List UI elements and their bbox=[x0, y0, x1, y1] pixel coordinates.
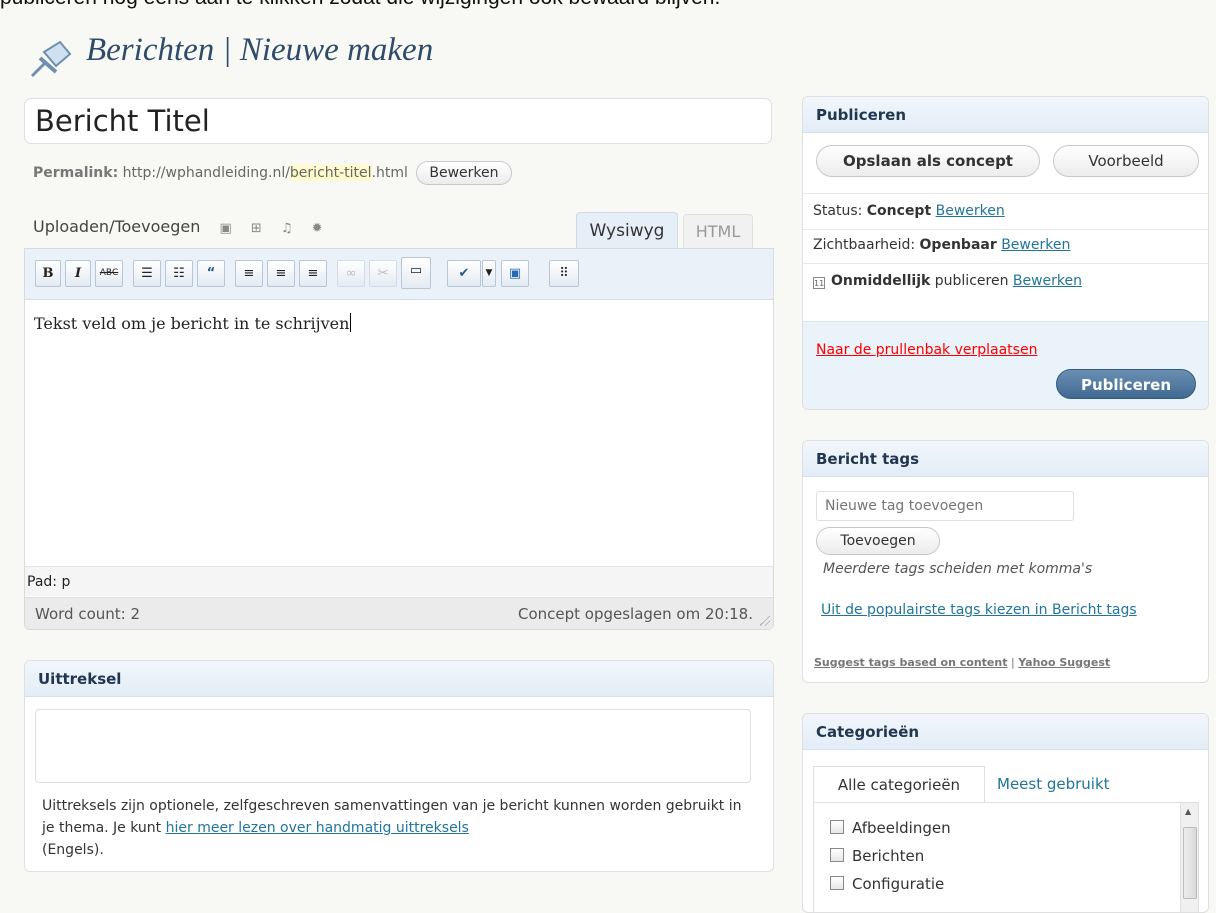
permalink-ext: .html bbox=[371, 165, 408, 181]
gallery-icon[interactable]: ⊞ bbox=[251, 221, 262, 236]
media-icon[interactable]: ✹ bbox=[312, 221, 323, 236]
tab-wysiwyg[interactable]: Wysiwyg bbox=[576, 212, 678, 248]
tab-html[interactable]: HTML bbox=[683, 214, 753, 248]
visibility-edit-link[interactable]: Bewerken bbox=[1001, 237, 1070, 253]
image-icon[interactable]: ▣ bbox=[219, 221, 231, 236]
blockquote-icon[interactable]: “ bbox=[197, 260, 225, 287]
status-edit-link[interactable]: Bewerken bbox=[936, 203, 1005, 219]
category-list: Afbeeldingen Berichten Configuratie ▲ bbox=[813, 802, 1199, 912]
categories-title[interactable]: Categorieën bbox=[803, 714, 1208, 750]
schedule-edit-link[interactable]: Bewerken bbox=[1013, 273, 1082, 289]
permalink-row: Permalink: http://wphandleiding.nl/beric… bbox=[33, 161, 512, 185]
category-item[interactable]: Afbeeldingen bbox=[830, 819, 951, 837]
save-draft-button[interactable]: Opslaan als concept bbox=[816, 145, 1040, 177]
text-cursor bbox=[350, 313, 352, 332]
new-tag-input[interactable] bbox=[816, 491, 1074, 521]
top-instruction-text: publiceren nog eens aan te klikken zodat… bbox=[0, 0, 720, 10]
resize-grip-icon[interactable] bbox=[760, 616, 770, 626]
autosave-status: Concept opgeslagen om 20:18. bbox=[517, 605, 753, 623]
suggest-links: Suggest tags based on content | Yahoo Su… bbox=[814, 656, 1111, 669]
popular-tags-link[interactable]: Uit de populairste tags kiezen in Berich… bbox=[821, 599, 1161, 621]
upload-row: Uploaden/Toevoegen ▣ ⊞ ♫ ✹ bbox=[33, 217, 323, 236]
tags-help: Meerdere tags scheiden met komma's bbox=[823, 561, 1093, 577]
category-item[interactable]: Configuratie bbox=[830, 875, 944, 893]
checkbox[interactable] bbox=[830, 848, 844, 862]
editor-path: Pad: p bbox=[25, 566, 773, 596]
editor-toolbar: B I ABC ☰ ☷ “ ≡ ≡ ≡ ∞ ✂ ▭ ✔ ▼ ▣ ⠿ bbox=[24, 248, 774, 300]
strikethrough-button[interactable]: ABC bbox=[95, 260, 123, 287]
add-tag-button[interactable]: Toevoegen bbox=[816, 527, 940, 555]
unlink-icon[interactable]: ✂ bbox=[369, 260, 397, 287]
tab-all-categories[interactable]: Alle categorieën bbox=[813, 766, 985, 802]
publish-button[interactable]: Publiceren bbox=[1056, 369, 1196, 399]
schedule-row: 11 Onmiddellijk publiceren Bewerken bbox=[813, 273, 1083, 289]
numbered-list-icon[interactable]: ☷ bbox=[165, 260, 193, 287]
excerpt-box: Uittreksel Uittreksels zijn optionele, z… bbox=[24, 660, 774, 872]
checkbox[interactable] bbox=[830, 820, 844, 834]
editor-content[interactable]: Tekst veld om je bericht in te schrijven bbox=[34, 313, 352, 333]
post-title-input[interactable] bbox=[24, 98, 772, 144]
visibility-row: Zichtbaarheid: Openbaar Bewerken bbox=[813, 237, 1071, 253]
link-icon[interactable]: ∞ bbox=[337, 260, 365, 287]
upload-label: Uploaden/Toevoegen bbox=[33, 217, 201, 236]
excerpt-title[interactable]: Uittreksel bbox=[25, 661, 773, 697]
music-icon[interactable]: ♫ bbox=[281, 221, 293, 236]
align-left-icon[interactable]: ≡ bbox=[235, 260, 263, 287]
publish-footer: Naar de prullenbak verplaatsen Publicere… bbox=[803, 321, 1208, 409]
page-title: Berichten | Nieuwe maken bbox=[86, 32, 434, 68]
spellcheck-icon[interactable]: ✔ bbox=[447, 260, 481, 287]
permalink-slug[interactable]: bericht-titel bbox=[289, 165, 372, 181]
categories-box: Categorieën Alle categorieën Meest gebru… bbox=[802, 713, 1209, 913]
publish-box: Publiceren Opslaan als concept Voorbeeld… bbox=[802, 96, 1209, 410]
category-scrollbar[interactable]: ▲ bbox=[1180, 803, 1198, 912]
fullscreen-icon[interactable]: ▣ bbox=[501, 260, 529, 287]
kitchen-sink-icon[interactable]: ⠿ bbox=[549, 260, 579, 287]
category-item[interactable]: Berichten bbox=[830, 847, 924, 865]
bullet-list-icon[interactable]: ☰ bbox=[133, 260, 161, 287]
italic-button[interactable]: I bbox=[65, 260, 91, 287]
permalink-base: http://wphandleiding.nl/ bbox=[122, 165, 290, 181]
publish-title[interactable]: Publiceren bbox=[803, 97, 1208, 133]
editor-status-bar: Word count: 2 Concept opgeslagen om 20:1… bbox=[25, 597, 773, 629]
preview-button[interactable]: Voorbeeld bbox=[1053, 145, 1199, 177]
align-right-icon[interactable]: ≡ bbox=[299, 260, 327, 287]
word-count: Word count: 2 bbox=[35, 605, 141, 623]
status-row: Status: Concept Bewerken bbox=[813, 203, 1005, 219]
pushpin-icon bbox=[30, 40, 72, 78]
checkbox[interactable] bbox=[830, 876, 844, 890]
excerpt-help-link[interactable]: hier meer lezen over handmatig uittrekse… bbox=[166, 820, 469, 836]
more-tag-icon[interactable]: ▭ bbox=[401, 257, 431, 289]
trash-link[interactable]: Naar de prullenbak verplaatsen bbox=[816, 342, 1037, 358]
permalink-edit-button[interactable]: Bewerken bbox=[416, 161, 512, 185]
permalink-label: Permalink: bbox=[33, 165, 119, 181]
chevron-down-icon[interactable]: ▼ bbox=[482, 260, 496, 287]
scroll-up-icon[interactable]: ▲ bbox=[1185, 807, 1191, 816]
excerpt-textarea[interactable] bbox=[35, 709, 751, 783]
excerpt-help: Uittreksels zijn optionele, zelfgeschrev… bbox=[42, 798, 742, 858]
suggest-content-link[interactable]: Suggest tags based on content bbox=[814, 656, 1007, 669]
align-center-icon[interactable]: ≡ bbox=[267, 260, 295, 287]
calendar-icon: 11 bbox=[813, 277, 825, 289]
tags-title[interactable]: Bericht tags bbox=[803, 441, 1208, 477]
tab-most-used[interactable]: Meest gebruikt bbox=[997, 766, 1110, 802]
tags-box: Bericht tags Toevoegen Meerdere tags sch… bbox=[802, 440, 1209, 683]
scroll-thumb[interactable] bbox=[1183, 827, 1197, 899]
yahoo-suggest-link[interactable]: Yahoo Suggest bbox=[1018, 656, 1110, 669]
bold-button[interactable]: B bbox=[35, 260, 61, 287]
